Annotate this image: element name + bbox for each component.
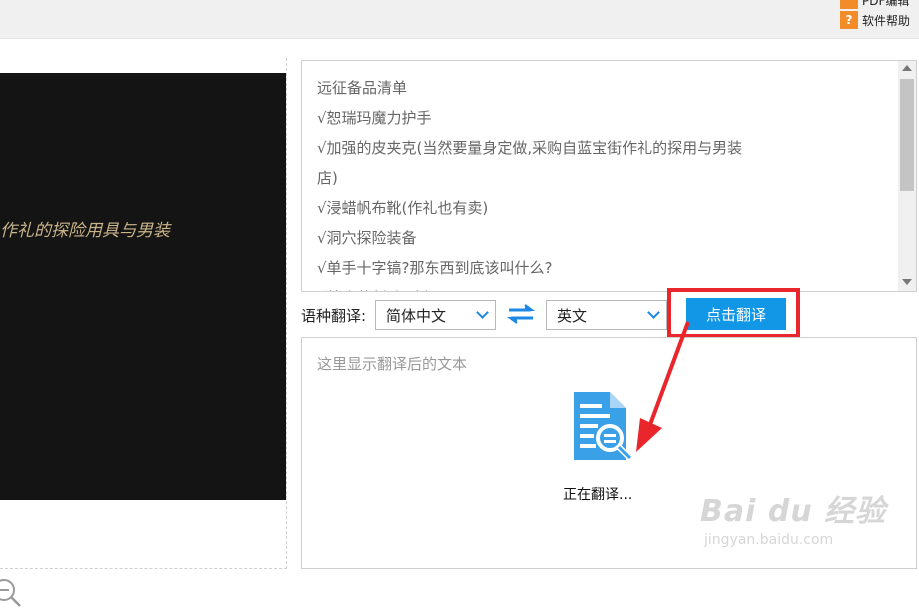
language-label: 语种翻译:	[301, 307, 367, 325]
toolbar-item-pdf-label: PDF编辑	[862, 0, 910, 8]
swap-languages-icon[interactable]	[507, 303, 535, 325]
watermark-main: Bai du 经验	[700, 494, 887, 529]
translate-button[interactable]: 点击翻译	[686, 298, 786, 330]
source-text-line: √加强的皮夹克(当然要量身定做,采购自蓝宝街作礼的探用与男装	[317, 139, 743, 157]
preview-image: 作礼的探险用具与男装	[0, 73, 286, 500]
pdf-icon	[840, 0, 858, 9]
source-text-line: √单手十字镐?那东西到底该叫什么?	[317, 259, 553, 277]
source-language-select[interactable]: 简体中文	[375, 300, 496, 330]
zoom-out-icon[interactable]	[0, 576, 24, 610]
source-text-line: 远征备品清单	[317, 79, 408, 97]
watermark-sub: jingyan.baidu.com	[704, 532, 834, 548]
top-toolbar: PDF编辑 ? 软件帮助	[0, 0, 919, 39]
source-text-lines: 远征备品清单 √恕瑞玛魔力护手 √加强的皮夹克(当然要量身定做,采购自蓝宝街作礼的探…	[317, 73, 743, 291]
scroll-up-arrow-icon[interactable]	[902, 65, 912, 71]
toolbar-item-pdf[interactable]: PDF编辑	[840, 0, 909, 9]
translating-document-icon	[574, 392, 633, 461]
help-icon: ?	[840, 11, 858, 29]
preview-image-text: 作礼的探险用具与男装	[0, 221, 170, 241]
scroll-down-arrow-icon[interactable]	[902, 279, 912, 285]
source-text-line: √恕瑞玛魔力护手	[317, 109, 432, 127]
source-text-area[interactable]: 远征备品清单 √恕瑞玛魔力护手 √加强的皮夹克(当然要量身定做,采购自蓝宝街作礼的探…	[301, 60, 917, 292]
source-scrollbar[interactable]	[898, 61, 916, 291]
software-help-button[interactable]: ? 软件帮助	[840, 11, 910, 29]
watermark: Bai du 经验 jingyan.baidu.com	[700, 486, 900, 566]
source-text-line: 店)	[317, 169, 338, 187]
chevron-down-icon	[473, 300, 495, 330]
source-text-line: √洞穴探险装备	[317, 229, 417, 247]
image-preview-panel: 作礼的探险用具与男装	[0, 58, 287, 607]
source-text-line: √浸蜡帆布靴(作礼也有卖)	[317, 199, 489, 217]
annotation-arrow-icon	[636, 321, 690, 452]
source-language-value: 简体中文	[386, 306, 447, 325]
software-help-label: 软件帮助	[862, 13, 911, 28]
result-placeholder: 这里显示翻译后的文本	[317, 355, 468, 373]
scroll-thumb[interactable]	[900, 79, 914, 191]
translating-status: 正在翻译...	[563, 487, 633, 503]
